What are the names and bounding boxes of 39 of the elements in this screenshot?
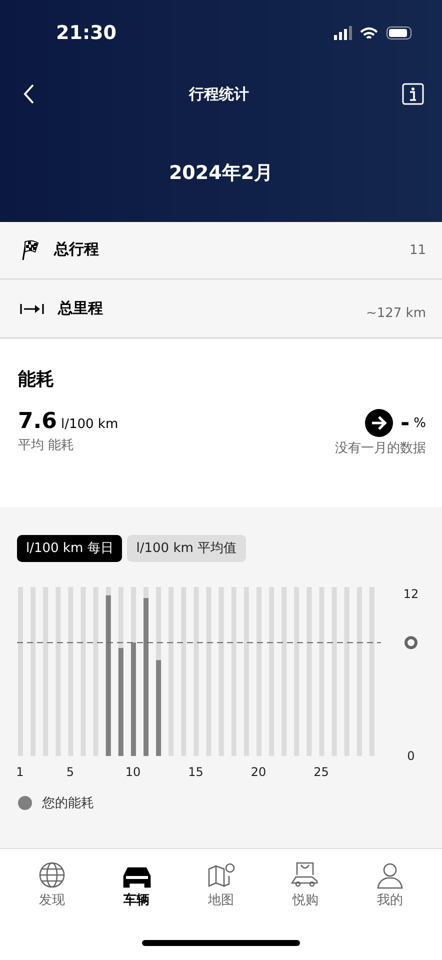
- status-time: 21:30: [56, 22, 116, 44]
- consumption-unit: l/100 km: [60, 417, 118, 432]
- comparison-caption: 没有一月的数据: [335, 440, 426, 458]
- consumption-caption: 平均 能耗: [18, 437, 74, 454]
- signal-icon: [334, 26, 352, 40]
- ring-icon: [404, 636, 418, 650]
- tab-bar-item[interactable]: 车辆: [106, 861, 167, 940]
- axis-label: 12: [403, 586, 419, 601]
- tab-bar-item[interactable]: 悦购: [275, 861, 336, 940]
- axis-label: 25: [314, 764, 329, 779]
- back-icon[interactable]: [22, 83, 36, 105]
- axis-label: 15: [188, 764, 204, 779]
- legend-label: 您的能耗: [42, 794, 94, 812]
- info-icon[interactable]: [402, 83, 424, 105]
- change-value: -: [400, 410, 410, 436]
- axis-label: 10: [125, 764, 141, 779]
- period-title: 2024年2月: [168, 161, 274, 186]
- section-title: 能耗: [18, 368, 55, 392]
- tab-bar-item[interactable]: 我的: [360, 861, 420, 940]
- axis-label: 1: [16, 764, 24, 779]
- axis-label: 20: [250, 764, 266, 779]
- distance-arrow-icon: [20, 302, 44, 316]
- axis-label: 5: [66, 764, 74, 779]
- change-unit: %: [414, 416, 426, 431]
- row-value: ~127 km: [366, 306, 426, 322]
- row-label: 总行程: [54, 240, 100, 260]
- row-label: 总里程: [58, 299, 104, 318]
- tab-bar-item[interactable]: 地图: [190, 861, 251, 940]
- row-value: 11: [409, 243, 426, 258]
- axis-label: 0: [407, 748, 415, 763]
- chart-tab[interactable]: l/100 km 每日: [17, 534, 122, 562]
- arrow-right-icon: [364, 409, 392, 438]
- checkered-flag-icon: [20, 238, 40, 261]
- wifi-icon: [360, 26, 378, 40]
- battery-icon: [386, 26, 412, 40]
- page-title: 行程统计: [189, 84, 249, 104]
- tab-bar-item[interactable]: 发现: [22, 861, 82, 940]
- consumption-value: 7.6: [18, 409, 57, 434]
- chart-tab[interactable]: l/100 km 平均值: [127, 534, 246, 562]
